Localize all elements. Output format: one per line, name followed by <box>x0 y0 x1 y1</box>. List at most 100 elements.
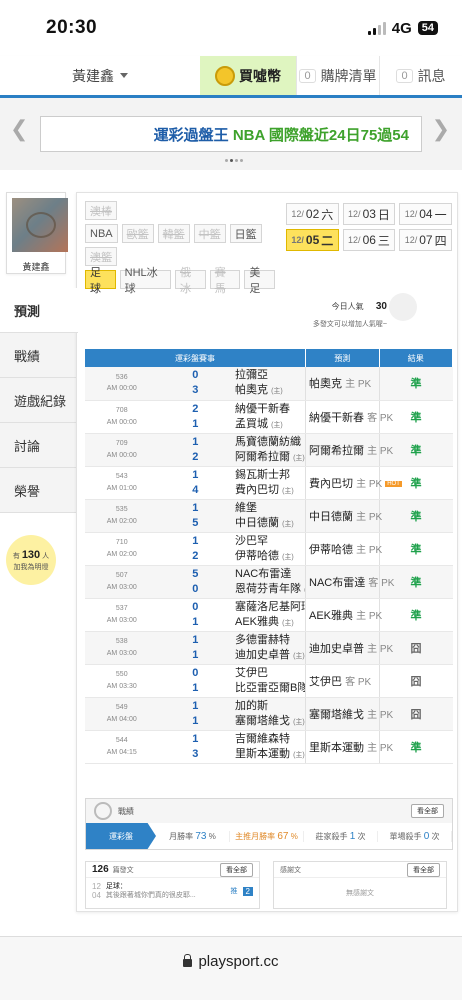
table-row[interactable]: 544 AM 04:15 1 3 吉爾維森特 里斯本運動 (主) 里斯本運動 主 PK 準 <box>85 730 453 764</box>
game-score: 13 <box>158 730 232 764</box>
game-teams[interactable]: 吉爾維森特 里斯本運動 (主) <box>232 730 306 764</box>
lamp-count-row: 有 130 人 <box>13 548 49 562</box>
league-cn-basketball[interactable]: 中籃 <box>193 224 226 243</box>
date-button[interactable]: 12/07 四 <box>399 229 452 251</box>
table-row[interactable]: 549 AM 04:00 1 1 加的斯 塞爾塔維戈 (主) 塞爾塔維戈 主 PK 囧 <box>85 697 453 731</box>
avatar[interactable] <box>12 198 68 252</box>
game-teams[interactable]: 馬寶德蘭紡織 阿爾希拉爾 (主) <box>232 433 306 467</box>
sidebar-item-record[interactable]: 戰績 <box>0 333 76 378</box>
sidebar: 黃建鑫 預測 戰績 遊戲紀錄 討論 榮譽 有 130 人 加我為明燈 <box>0 180 78 585</box>
buy-coins-button[interactable]: 買噓幣 <box>200 56 296 95</box>
main-pick-win-rate: 主推月勝率 67 % <box>230 830 304 842</box>
record-summary: 戰績 看全部 運彩盤 月勝率 73 % 主推月勝率 67 % 莊家殺手 1 次 … <box>85 798 453 850</box>
table-row[interactable]: 708 AM 00:00 2 1 納優干新春 孟買城 (主) 納優干新春 客 PK 準 <box>85 400 453 434</box>
game-result: 準 <box>379 598 453 632</box>
profile-card[interactable]: 黃建鑫 <box>6 192 68 274</box>
game-teams[interactable]: 沙巴罕 伊蒂哈德 (主) <box>232 532 306 566</box>
game-result: 準 <box>379 367 453 401</box>
posts-view-all-button[interactable]: 看全部 <box>220 862 253 877</box>
league-nba[interactable]: NBA <box>85 224 118 243</box>
table-row[interactable]: 536 AM 00:00 0 3 拉彌亞 帕奧克 (主) 帕奧克 主 PK 準 <box>85 367 453 401</box>
game-teams[interactable]: 多德雷赫特 迪加史卓普 (主) <box>232 631 306 665</box>
game-pick: 帕奧克 主 PK <box>305 367 380 401</box>
follow-lamp-button[interactable]: 有 130 人 加我為明燈 <box>6 535 56 585</box>
game-result: 準 <box>379 499 453 533</box>
game-score: 14 <box>158 466 232 500</box>
sidebar-item-discussion[interactable]: 討論 <box>0 423 76 468</box>
banner: ❮ 運彩過盤王 NBA 國際盤近24日75過54 ❯ <box>0 98 462 170</box>
post-date: 12 04 <box>92 882 101 901</box>
game-result: 準 <box>379 532 453 566</box>
thanks-empty: 無感謝文 <box>346 890 374 897</box>
game-pick: 納優干新春 客 PK <box>305 400 393 434</box>
game-teams[interactable]: NAC布雷達恩荷芬青年隊 (主) <box>232 565 306 599</box>
post-item[interactable]: 12 04 足球： 其後跟著城你們真的很皮耶... 推 2 <box>86 878 259 904</box>
game-teams[interactable]: 塞薩洛尼基阿瑞斯AEK雅典 (主) <box>232 598 306 632</box>
banner-message[interactable]: 運彩過盤王 NBA 國際盤近24日75過54 <box>40 116 422 152</box>
league-au-baseball[interactable]: 澳棒 <box>85 201 117 220</box>
league-kr-basketball[interactable]: 韓籃 <box>157 224 190 243</box>
league-filters: 澳棒 NBA 歐籃 韓籃 中籃 日籃 澳籃 足球 NHL冰球 俄冰 賽馬 美足 <box>85 201 276 295</box>
sidebar-item-predict[interactable]: 預測 <box>0 288 78 333</box>
thanks-title: 感謝文 <box>280 866 301 874</box>
table-row[interactable]: 710 AM 02:00 1 2 沙巴罕 伊蒂哈德 (主) 伊蒂哈德 主 PK 準 <box>85 532 453 566</box>
pick-header: 預測 <box>305 349 380 367</box>
cart-button[interactable]: 0 購牌清單 <box>296 56 379 95</box>
table-row[interactable]: 535 AM 02:00 1 5 維堡 中日德蘭 (主) 中日德蘭 主 PK 準 <box>85 499 453 533</box>
chevron-right-icon[interactable]: ❯ <box>432 116 450 142</box>
game-teams[interactable]: 加的斯 塞爾塔維戈 (主) <box>232 697 306 731</box>
status-indicators: 4G 54 <box>367 19 438 37</box>
top-nav: 黃建鑫 買噓幣 0 購牌清單 0 訊息 <box>0 56 462 98</box>
game-teams[interactable]: 拉彌亞 帕奧克 (主) <box>232 367 306 401</box>
game-id-time: 710 AM 02:00 <box>85 532 159 566</box>
record-view-all-button[interactable]: 看全部 <box>411 804 444 818</box>
posts-count: 126 <box>92 864 109 875</box>
table-row[interactable]: 507AM 03:0050NAC布雷達恩荷芬青年隊 (主)NAC布雷達 客 PK… <box>85 565 453 599</box>
game-score: 01 <box>158 598 232 632</box>
game-teams[interactable]: 納優干新春 孟買城 (主) <box>232 400 306 434</box>
games-table: 運彩盤賽事 預測 結果 536 AM 00:00 0 3 拉彌亞 帕奧克 (主) 帕奧克 主… <box>85 349 453 764</box>
table-row[interactable]: 537AM 03:0001塞薩洛尼基阿瑞斯AEK雅典 (主)AEK雅典 主 PK… <box>85 598 453 632</box>
thanks-view-all-button[interactable]: 看全部 <box>407 862 440 877</box>
sidebar-item-game-log[interactable]: 遊戲紀錄 <box>0 378 76 423</box>
url-bar[interactable]: playsport.cc <box>0 936 462 1000</box>
post-push-label: 推 <box>230 888 238 896</box>
user-menu[interactable]: 黃建鑫 <box>0 56 200 95</box>
game-id-time: 550 AM 03:30 <box>85 664 159 698</box>
messages-button[interactable]: 0 訊息 <box>379 56 462 95</box>
network-label: 4G <box>391 19 412 37</box>
chevron-down-icon <box>120 73 128 78</box>
league-soccer[interactable]: 足球 <box>85 267 116 295</box>
table-row[interactable]: 538 AM 03:00 1 1 多德雷赫特 迪加史卓普 (主) 迪加史卓普 主 PK 囧 <box>85 631 453 665</box>
profile-name: 黃建鑫 <box>22 262 50 272</box>
sidebar-item-honor[interactable]: 榮譽 <box>0 468 76 513</box>
banner-pager <box>225 159 243 162</box>
game-score: 15 <box>158 499 232 533</box>
popularity-count: 30 <box>375 301 387 312</box>
chevron-left-icon[interactable]: ❮ <box>10 116 28 142</box>
game-id-time: 544 AM 04:15 <box>85 730 159 764</box>
record-title: 戰績 <box>118 806 134 816</box>
league-nhl[interactable]: NHL冰球 <box>119 267 172 295</box>
table-row[interactable]: 709 AM 00:00 1 2 馬寶德蘭紡織 阿爾希拉爾 (主) 阿爾希拉爾 主 PK 準 <box>85 433 453 467</box>
league-ru-hockey[interactable]: 俄冰 <box>175 267 206 295</box>
game-pick: 迪加史卓普 主 PK <box>305 631 393 665</box>
date-button[interactable]: 12/04 一 <box>399 203 452 225</box>
league-eu-basketball[interactable]: 歐籃 <box>121 224 154 243</box>
game-teams[interactable]: 艾伊巴比亞雷亞爾B隊 (主) <box>232 664 306 698</box>
date-button[interactable]: 12/05 二 <box>286 229 339 251</box>
date-button[interactable]: 12/03 日 <box>342 203 396 225</box>
league-american-football[interactable]: 美足 <box>244 267 276 295</box>
games-header: 運彩盤賽事 <box>85 349 306 367</box>
table-row[interactable]: 543 AM 01:00 1 4 錫瓦斯士邦 費內巴切 (主) 費內巴切 主 PK HOT 準 <box>85 466 453 500</box>
table-row[interactable]: 550AM 03:3001艾伊巴比亞雷亞爾B隊 (主)艾伊巴 客 PK囧 <box>85 664 453 698</box>
game-id-time: 535 AM 02:00 <box>85 499 159 533</box>
game-teams[interactable]: 維堡 中日德蘭 (主) <box>232 499 306 533</box>
date-button[interactable]: 12/06 三 <box>342 229 396 251</box>
game-teams[interactable]: 錫瓦斯士邦 費內巴切 (主) <box>232 466 306 500</box>
league-jp-basketball[interactable]: 日籃 <box>229 224 262 243</box>
prediction-panel: 澳棒 NBA 歐籃 韓籃 中籃 日籃 澳籃 足球 NHL冰球 俄冰 賽馬 美足 … <box>76 192 458 912</box>
date-button[interactable]: 12/02 六 <box>286 203 339 225</box>
game-id-time: 543 AM 01:00 <box>85 466 159 500</box>
league-horse-racing[interactable]: 賽馬 <box>209 267 241 295</box>
